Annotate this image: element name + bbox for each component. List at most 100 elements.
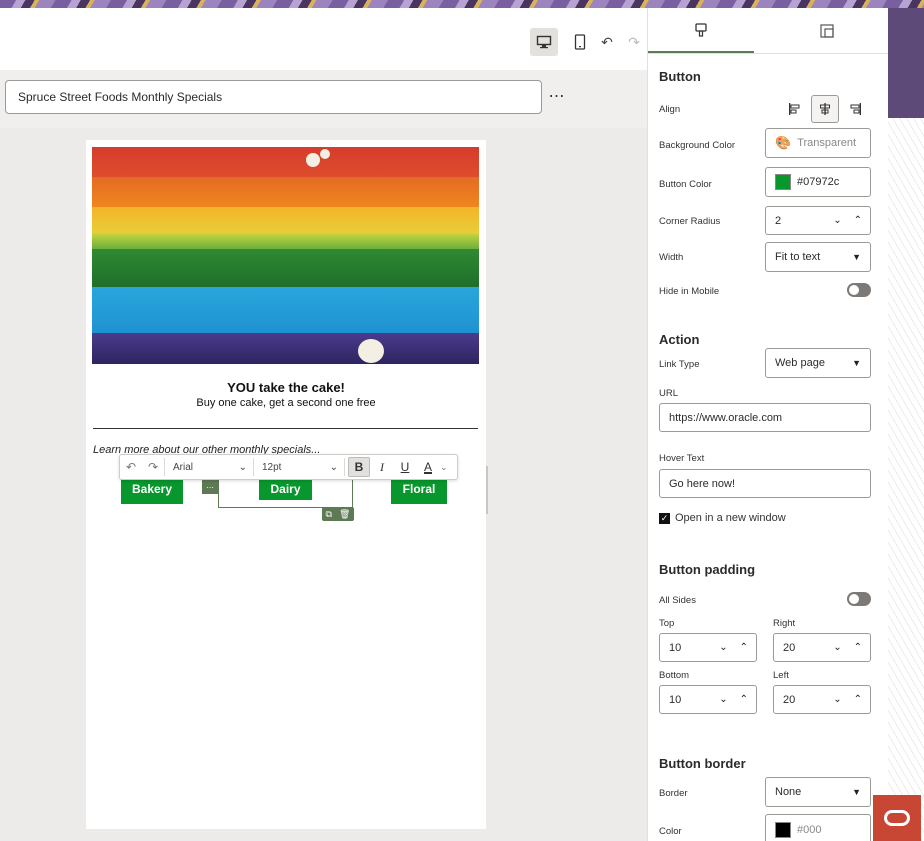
width-label: Width bbox=[659, 252, 684, 263]
tab-style[interactable] bbox=[648, 8, 754, 53]
hide-mobile-label: Hide in Mobile bbox=[659, 286, 720, 297]
width-select[interactable]: Fit to text ▼ bbox=[765, 242, 871, 272]
url-value: https://www.oracle.com bbox=[669, 411, 783, 424]
corner-radius-stepper[interactable]: 2 ⌄ ⌃ bbox=[765, 206, 871, 235]
background-color-value: Transparent bbox=[797, 137, 857, 149]
open-new-window-checkbox[interactable]: ✓ bbox=[659, 513, 670, 524]
rte-redo-icon[interactable]: ↷ bbox=[142, 460, 164, 474]
font-family-value: Arial bbox=[173, 461, 194, 473]
mobile-view-icon[interactable] bbox=[566, 28, 594, 56]
section-title-padding: Button padding bbox=[659, 562, 756, 577]
tab-divider bbox=[648, 53, 888, 54]
section-title-button: Button bbox=[659, 69, 701, 84]
chevron-up-icon[interactable]: ⌃ bbox=[740, 642, 748, 653]
header-decoration bbox=[0, 0, 924, 8]
padding-bottom-label: Bottom bbox=[659, 670, 690, 681]
background-pattern bbox=[888, 8, 924, 841]
email-headline[interactable]: YOU take the cake! bbox=[86, 380, 486, 395]
underline-button[interactable]: U bbox=[394, 457, 416, 477]
border-select[interactable]: None ▼ bbox=[765, 777, 871, 807]
chevron-down-icon[interactable]: ⌄ bbox=[833, 215, 841, 226]
caret-down-icon: ▼ bbox=[852, 252, 861, 262]
all-sides-label: All Sides bbox=[659, 595, 696, 606]
chevron-down-icon[interactable]: ⌄ bbox=[833, 642, 841, 653]
column-edge bbox=[486, 466, 488, 514]
block-actions: ⧉ 🗑 bbox=[322, 507, 354, 521]
email-divider bbox=[93, 428, 478, 429]
redo-icon[interactable]: ↷ bbox=[620, 28, 648, 56]
palette-icon: 🎨 bbox=[775, 135, 792, 150]
chevron-up-icon[interactable]: ⌃ bbox=[854, 642, 862, 653]
padding-bottom-value: 10 bbox=[669, 693, 682, 706]
chevron-up-icon[interactable]: ⌃ bbox=[854, 694, 862, 705]
bold-button[interactable]: B bbox=[348, 457, 370, 477]
align-center-icon[interactable] bbox=[811, 95, 839, 123]
font-size-value: 12pt bbox=[262, 461, 282, 473]
padding-left-label: Left bbox=[773, 670, 789, 681]
padding-top-value: 10 bbox=[669, 641, 682, 654]
button-color-label: Button Color bbox=[659, 179, 712, 190]
text-color-button[interactable]: A bbox=[417, 457, 439, 477]
section-title-action: Action bbox=[659, 332, 700, 347]
email-subline[interactable]: Buy one cake, get a second one free bbox=[86, 397, 486, 409]
oracle-logo-icon[interactable] bbox=[873, 795, 921, 841]
padding-bottom-stepper[interactable]: 10 ⌄ ⌃ bbox=[659, 685, 757, 714]
padding-top-stepper[interactable]: 10 ⌄ ⌃ bbox=[659, 633, 757, 662]
hide-mobile-toggle[interactable] bbox=[847, 283, 871, 297]
paint-brush-icon bbox=[695, 22, 707, 37]
link-type-label: Link Type bbox=[659, 359, 700, 370]
chevron-down-icon[interactable]: ⌄ bbox=[833, 694, 841, 705]
caret-down-icon: ▼ bbox=[852, 358, 861, 368]
desktop-view-icon[interactable] bbox=[530, 28, 558, 56]
tab-layout[interactable] bbox=[774, 8, 880, 53]
font-size-select[interactable]: 12pt ⌄ bbox=[254, 455, 344, 479]
corner-radius-value: 2 bbox=[775, 214, 782, 227]
chevron-down-icon[interactable]: ⌄ bbox=[719, 694, 727, 705]
chevron-down-icon: ⌄ bbox=[238, 461, 247, 473]
align-right-icon[interactable] bbox=[842, 95, 870, 123]
rte-undo-icon[interactable]: ↶ bbox=[120, 460, 142, 474]
font-family-select[interactable]: Arial ⌄ bbox=[165, 455, 253, 479]
delete-icon[interactable]: 🗑 bbox=[339, 509, 350, 520]
align-left-icon[interactable] bbox=[780, 95, 808, 123]
cake-image bbox=[92, 147, 479, 364]
more-options-button[interactable]: ⋯ bbox=[547, 84, 567, 108]
hover-text-input[interactable]: Go here now! bbox=[659, 469, 871, 498]
italic-button[interactable]: I bbox=[371, 457, 393, 477]
rich-text-toolbar: ↶ ↷ Arial ⌄ 12pt ⌄ B I U A ⌄ bbox=[119, 454, 458, 480]
button-color-value: #07972c bbox=[797, 176, 840, 188]
url-input[interactable]: https://www.oracle.com bbox=[659, 403, 871, 432]
border-label: Border bbox=[659, 788, 688, 799]
border-color-field[interactable]: #000 bbox=[765, 814, 871, 841]
open-new-window-label: Open in a new window bbox=[675, 512, 786, 524]
undo-icon[interactable]: ↶ bbox=[593, 28, 621, 56]
background-color-label: Background Color bbox=[659, 140, 736, 151]
button-color-swatch bbox=[775, 174, 791, 190]
padding-top-label: Top bbox=[659, 618, 675, 629]
background-color-field[interactable]: 🎨 Transparent bbox=[765, 128, 871, 158]
email-title-input[interactable]: Spruce Street Foods Monthly Specials bbox=[5, 80, 542, 114]
dairy-button[interactable]: Dairy bbox=[259, 478, 312, 500]
padding-right-value: 20 bbox=[783, 641, 796, 654]
padding-right-label: Right bbox=[773, 618, 796, 629]
chevron-down-icon[interactable]: ⌄ bbox=[719, 642, 727, 653]
padding-right-stepper[interactable]: 20 ⌄ ⌃ bbox=[773, 633, 871, 662]
hover-text-label: Hover Text bbox=[659, 453, 705, 464]
button-color-field[interactable]: #07972c bbox=[765, 167, 871, 197]
chevron-up-icon[interactable]: ⌃ bbox=[740, 694, 748, 705]
url-label: URL bbox=[659, 388, 679, 399]
chevron-up-icon[interactable]: ⌃ bbox=[854, 215, 862, 226]
hover-text-value: Go here now! bbox=[669, 477, 736, 490]
padding-left-value: 20 bbox=[783, 693, 796, 706]
border-value: None bbox=[775, 786, 802, 798]
drag-handle-icon[interactable]: ⋯ bbox=[202, 480, 218, 494]
align-label: Align bbox=[659, 104, 681, 115]
link-type-select[interactable]: Web page ▼ bbox=[765, 348, 871, 378]
caret-down-icon: ▼ bbox=[852, 787, 861, 797]
padding-left-stepper[interactable]: 20 ⌄ ⌃ bbox=[773, 685, 871, 714]
width-value: Fit to text bbox=[775, 251, 821, 263]
duplicate-icon[interactable]: ⧉ bbox=[326, 509, 332, 520]
all-sides-toggle[interactable] bbox=[847, 592, 871, 606]
chevron-down-icon[interactable]: ⌄ bbox=[440, 462, 448, 473]
corner-radius-label: Corner Radius bbox=[659, 216, 721, 227]
